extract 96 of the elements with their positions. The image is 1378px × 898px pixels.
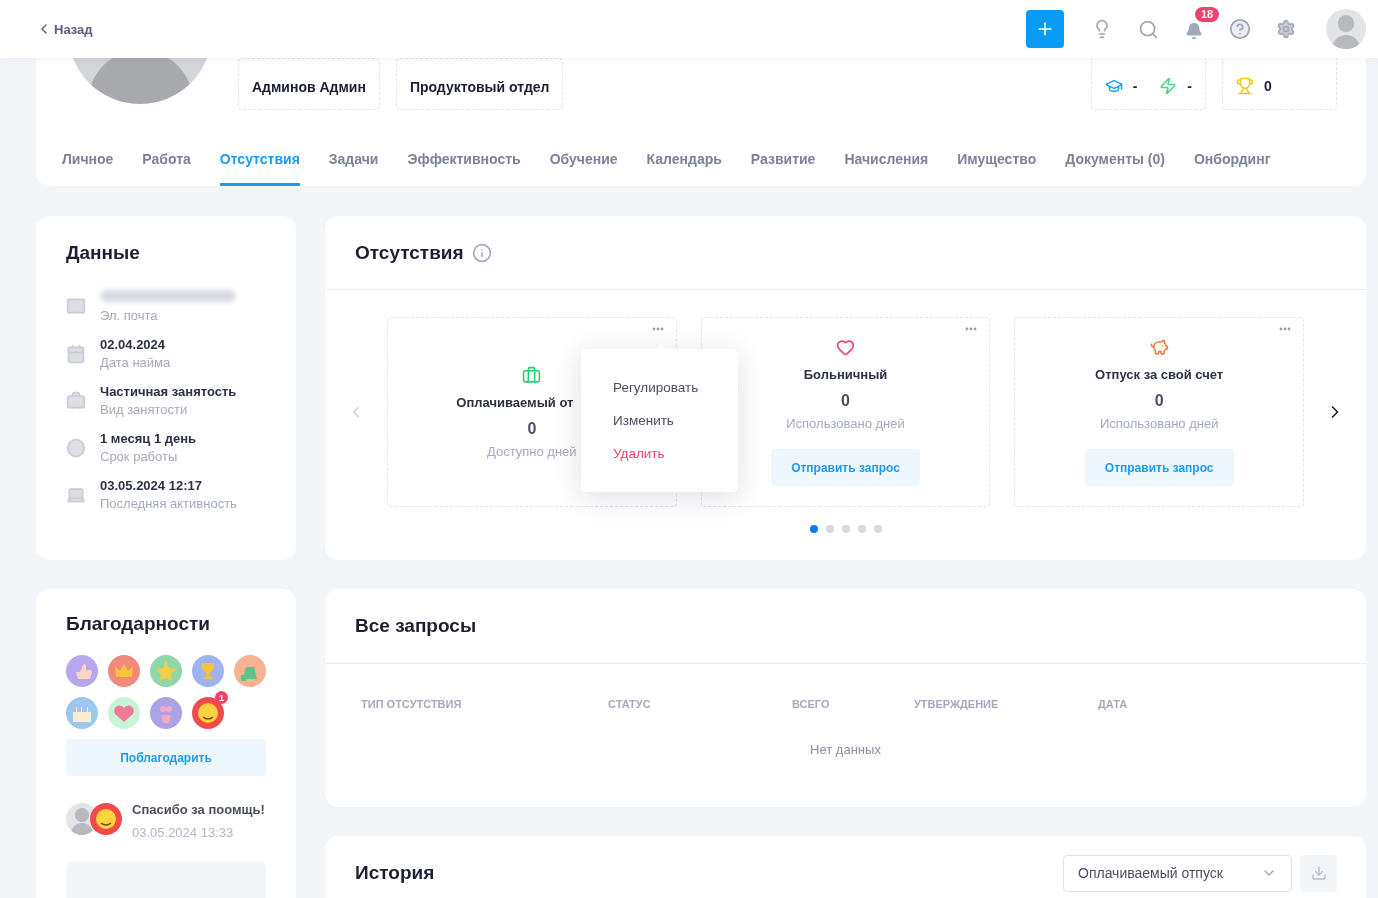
absence-caption: Доступно дней	[487, 443, 577, 459]
absence-caption: Использовано дней	[786, 416, 905, 431]
bell-icon	[1185, 21, 1203, 40]
briefcase-icon	[66, 390, 86, 411]
field-value: Админов Админ	[252, 79, 366, 95]
menu-item[interactable]: Удалить	[613, 446, 738, 461]
card-title: Благодарности	[66, 613, 211, 635]
more-button[interactable]	[651, 327, 664, 331]
star-badge-icon[interactable]	[150, 655, 182, 687]
profile-tab[interactable]: Отсутствия	[219, 151, 300, 186]
data-value: 1 месяц 1 день	[100, 431, 197, 446]
absence-type: Больничный	[803, 367, 888, 382]
settings-icon	[1276, 19, 1296, 39]
lightning-icon	[1159, 77, 1178, 95]
profile-tab[interactable]: Имущество	[957, 151, 1037, 186]
thumbs-badge-icon[interactable]	[66, 655, 98, 687]
smiley-badge-icon[interactable]	[192, 697, 224, 729]
ellipsis-icon	[651, 327, 664, 331]
data-value: 03.05.2024 12:17	[100, 478, 203, 493]
search-icon	[1137, 18, 1159, 40]
profile-tab[interactable]: Развитие	[750, 151, 816, 186]
data-caption: Эл. почта	[100, 308, 159, 323]
column-header: СТАТУС	[608, 698, 652, 710]
download-button[interactable]	[1300, 854, 1337, 892]
user-avatar[interactable]	[1326, 9, 1366, 49]
absence-count: 0	[841, 392, 850, 410]
smiley-badge-icon[interactable]	[90, 803, 122, 835]
more-button[interactable]	[1279, 327, 1291, 331]
cake-badge-icon[interactable]	[66, 697, 98, 729]
carousel-dot[interactable]	[841, 525, 850, 533]
download-icon	[1310, 865, 1327, 881]
data-caption: Срок работы	[100, 449, 179, 464]
trophy-badge-icon[interactable]	[192, 655, 224, 687]
thanks-date: 03.05.2024 13:33	[132, 825, 235, 840]
data-value: 02.04.2024	[100, 337, 167, 352]
flowers-badge-icon[interactable]	[150, 697, 182, 729]
menu-item[interactable]: Изменить	[613, 413, 738, 428]
heart-badge-icon[interactable]	[108, 697, 140, 729]
info-icon[interactable]	[471, 242, 492, 263]
profile-tab[interactable]: Задачи	[328, 151, 379, 186]
empty-message: Нет данных	[810, 742, 881, 757]
send-request-button[interactable]: Отправить запрос	[771, 449, 920, 486]
field-value: Продуктовый отдел	[409, 79, 550, 95]
profile-tab[interactable]: Обучение	[549, 151, 618, 186]
back-link[interactable]: Назад	[36, 21, 93, 37]
carousel-dot[interactable]	[809, 525, 818, 533]
profile-tab[interactable]: Начисления	[844, 151, 929, 186]
crown-badge-icon[interactable]	[108, 655, 140, 687]
profile-tab[interactable]: Календарь	[646, 151, 722, 186]
activity-rating: -	[1187, 78, 1192, 94]
more-button[interactable]	[965, 327, 978, 331]
ellipsis-icon	[965, 327, 978, 331]
card-title: Отсутствия	[355, 241, 492, 264]
absence-type: Оплачиваемый от	[456, 394, 574, 410]
notification-count: 18	[1195, 6, 1220, 22]
thank-button[interactable]: Поблагодарить	[66, 739, 266, 776]
absence-count: 0	[1154, 392, 1164, 410]
absence-type: Отпуск за свой счет	[1095, 367, 1224, 382]
absence-type-select[interactable]: Оплачиваемый отпуск	[1063, 854, 1292, 892]
menu-item[interactable]: Регулировать	[613, 380, 738, 395]
badge-count: 1	[215, 691, 228, 704]
carousel-dot[interactable]	[873, 525, 882, 533]
profile-tab[interactable]: Документы (0)	[1065, 151, 1165, 186]
profile-tab[interactable]: Личное	[62, 151, 114, 186]
data-caption: Дата найма	[100, 355, 171, 370]
profile-tab[interactable]: Эффективность	[407, 151, 521, 186]
column-header: ДАТА	[1098, 698, 1129, 710]
heart-icon	[836, 338, 855, 357]
notifications-button[interactable]	[1185, 21, 1203, 41]
carousel-dot[interactable]	[825, 525, 834, 533]
learning-rating: -	[1132, 78, 1138, 94]
data-caption: Вид занятости	[100, 402, 189, 417]
absence-caption: Использовано дней	[1099, 416, 1219, 431]
trophy-icon	[1236, 77, 1254, 95]
send-request-button[interactable]: Отправить запрос	[1084, 449, 1234, 486]
piggy-bank-icon	[1149, 338, 1169, 357]
column-header: ВСЕГО	[792, 698, 831, 710]
thanks-message: Спасибо за поомщь!	[132, 802, 265, 817]
calendar-icon	[66, 343, 86, 364]
absence-count: 0	[527, 419, 537, 438]
ellipsis-icon	[1279, 327, 1291, 331]
data-caption: Последняя активность	[100, 496, 237, 511]
trophy-count: 0	[1264, 78, 1272, 94]
briefcase-icon	[522, 365, 542, 385]
column-header: УТВЕРЖДЕНИЕ	[914, 698, 1000, 710]
carousel-dot[interactable]	[857, 525, 866, 533]
help-icon	[1229, 18, 1251, 40]
column-header: ТИП ОТСУТСТВИЯ	[361, 698, 463, 710]
profile-tab[interactable]: Онбординг	[1193, 151, 1271, 186]
profile-tab[interactable]: Работа	[142, 151, 191, 186]
graduation-cap-icon	[1104, 77, 1123, 95]
card-title: История	[355, 862, 435, 884]
data-value: Частичная занятость	[100, 384, 237, 399]
add-button[interactable]	[1026, 10, 1064, 48]
card-title: Все запросы	[355, 615, 477, 637]
card-title: Данные	[66, 242, 141, 264]
